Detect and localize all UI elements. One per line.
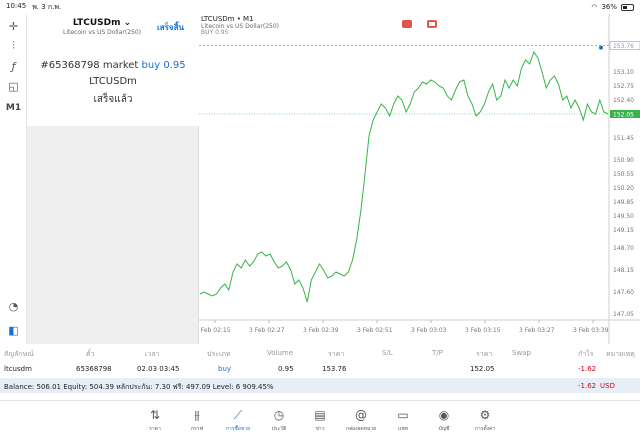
time-tick-label: 3 Feb 03:03 [411, 327, 447, 334]
chevron-down-icon: ⌄ [123, 18, 132, 28]
done-button[interactable]: เสร็จสิ้น [157, 21, 184, 34]
order-symbol[interactable]: LTCUSDm ⌄ [27, 18, 177, 28]
position-label: BUY 0.95 [201, 29, 229, 36]
price-tick-label: 151.45 [613, 135, 634, 142]
status-date: พ. 3 ก.พ. [32, 2, 62, 11]
indicators-icon[interactable]: ⫶ [0, 36, 27, 56]
price-tick-label: 150.90 [613, 157, 634, 164]
ticket-line: #65368798 market buy 0.95 [40, 60, 186, 71]
table-header: สัญลักษณ์ ตั๋ว เวลา ประเภท Volume ราคา S… [4, 349, 635, 358]
battery-icon [621, 3, 634, 11]
table-row[interactable]: ltcusdm 65368798 02.03 03:45 buy 0.95 15… [0, 362, 640, 376]
price-tick-label: 147.05 [613, 311, 634, 318]
crosshair-icon[interactable]: ✛ [0, 16, 27, 36]
time-tick-label: 3 Feb 02:51 [357, 327, 393, 334]
time-tick-label: 3 Feb 03:27 [519, 327, 555, 334]
timeframe-button[interactable]: M1 [0, 98, 27, 118]
chart-title: LTCUSDm • M1 [201, 15, 254, 23]
status-time: 10:45 [6, 1, 27, 10]
ticket-status: เสร็จแล้ว [93, 94, 133, 105]
price-tick-label: 149.15 [613, 227, 634, 234]
sell-button[interactable] [402, 20, 412, 28]
price-tick-label: 153.10 [613, 69, 634, 76]
time-tick-label: 3 Feb 02:15 [199, 327, 231, 334]
price-tick-label: 148.70 [613, 245, 634, 252]
total-profit: -1.62 [578, 382, 597, 390]
price-tick-label: 152.75 [613, 83, 634, 90]
balance-text: Balance: 506.01 Equity: 504.39 หลักประกั… [4, 383, 274, 391]
price-tick-label: 150.20 [613, 185, 634, 192]
settings-icon: ⚙ [479, 408, 491, 422]
objects-icon[interactable]: ◱ [0, 76, 27, 96]
chart-canvas[interactable]: 153.10 152.75 152.40 151.45 150.90 150.55 150.… [199, 14, 640, 344]
order-symbol-desc: Litecoin vs US Dollar(250) [63, 29, 141, 36]
current-price-label: 152.05 [613, 112, 634, 119]
battery-text: 36% [601, 3, 617, 11]
price-tick-label: 152.40 [613, 97, 634, 104]
price-tick-label: 148.15 [613, 267, 634, 274]
position-marker [599, 45, 603, 50]
time-tick-label: 3 Feb 02:27 [249, 327, 285, 334]
function-icon[interactable]: ƒ [0, 56, 27, 76]
time-tick-label: 3 Feb 03:15 [465, 327, 501, 334]
trade-panel-icon[interactable]: ◧ [0, 320, 27, 340]
balance-bar: Balance: 506.01 Equity: 504.39 หลักประกั… [0, 378, 640, 393]
order-panel: LTCUSDm ⌄ Litecoin vs US Dollar(250) เสร… [27, 14, 199, 344]
price-tick-label: 149.50 [613, 213, 634, 220]
price-tick-label: 149.85 [613, 199, 634, 206]
currency: USD [600, 382, 615, 390]
price-series-line [199, 50, 609, 303]
ticket-symbol: LTCUSDm [89, 76, 137, 87]
price-chart[interactable]: 153.10 152.75 152.40 151.45 150.90 150.55 150.… [199, 14, 640, 344]
order-result: LTCUSDm ⌄ Litecoin vs US Dollar(250) เสร… [27, 14, 199, 126]
price-tick-label: 147.60 [613, 289, 634, 296]
nav-settings[interactable]: ⚙ การตั้งค่า [460, 407, 510, 433]
bottom-nav: ⇅ ราคา ⫵ กราฟ ⟋ การซื้อขาย ◷ ประวัติ ▤ ข่าว @… [0, 400, 640, 447]
status-bar: 10:45 พ. 3 ก.พ. ◠ 36% [0, 0, 640, 14]
wifi-icon: ◠ [591, 3, 598, 11]
position-price-label: 153.76 [613, 43, 634, 50]
time-tick-label: 3 Feb 02:39 [303, 327, 339, 334]
buy-button[interactable] [427, 20, 437, 28]
chart-toolbar: ✛ ⫶ ƒ ◱ M1 ◔ ◧ [0, 14, 27, 344]
time-tick-label: 3 Feb 03:39 [573, 327, 609, 334]
zoom-icon[interactable]: ◔ [0, 296, 27, 316]
price-tick-label: 150.55 [613, 171, 634, 178]
